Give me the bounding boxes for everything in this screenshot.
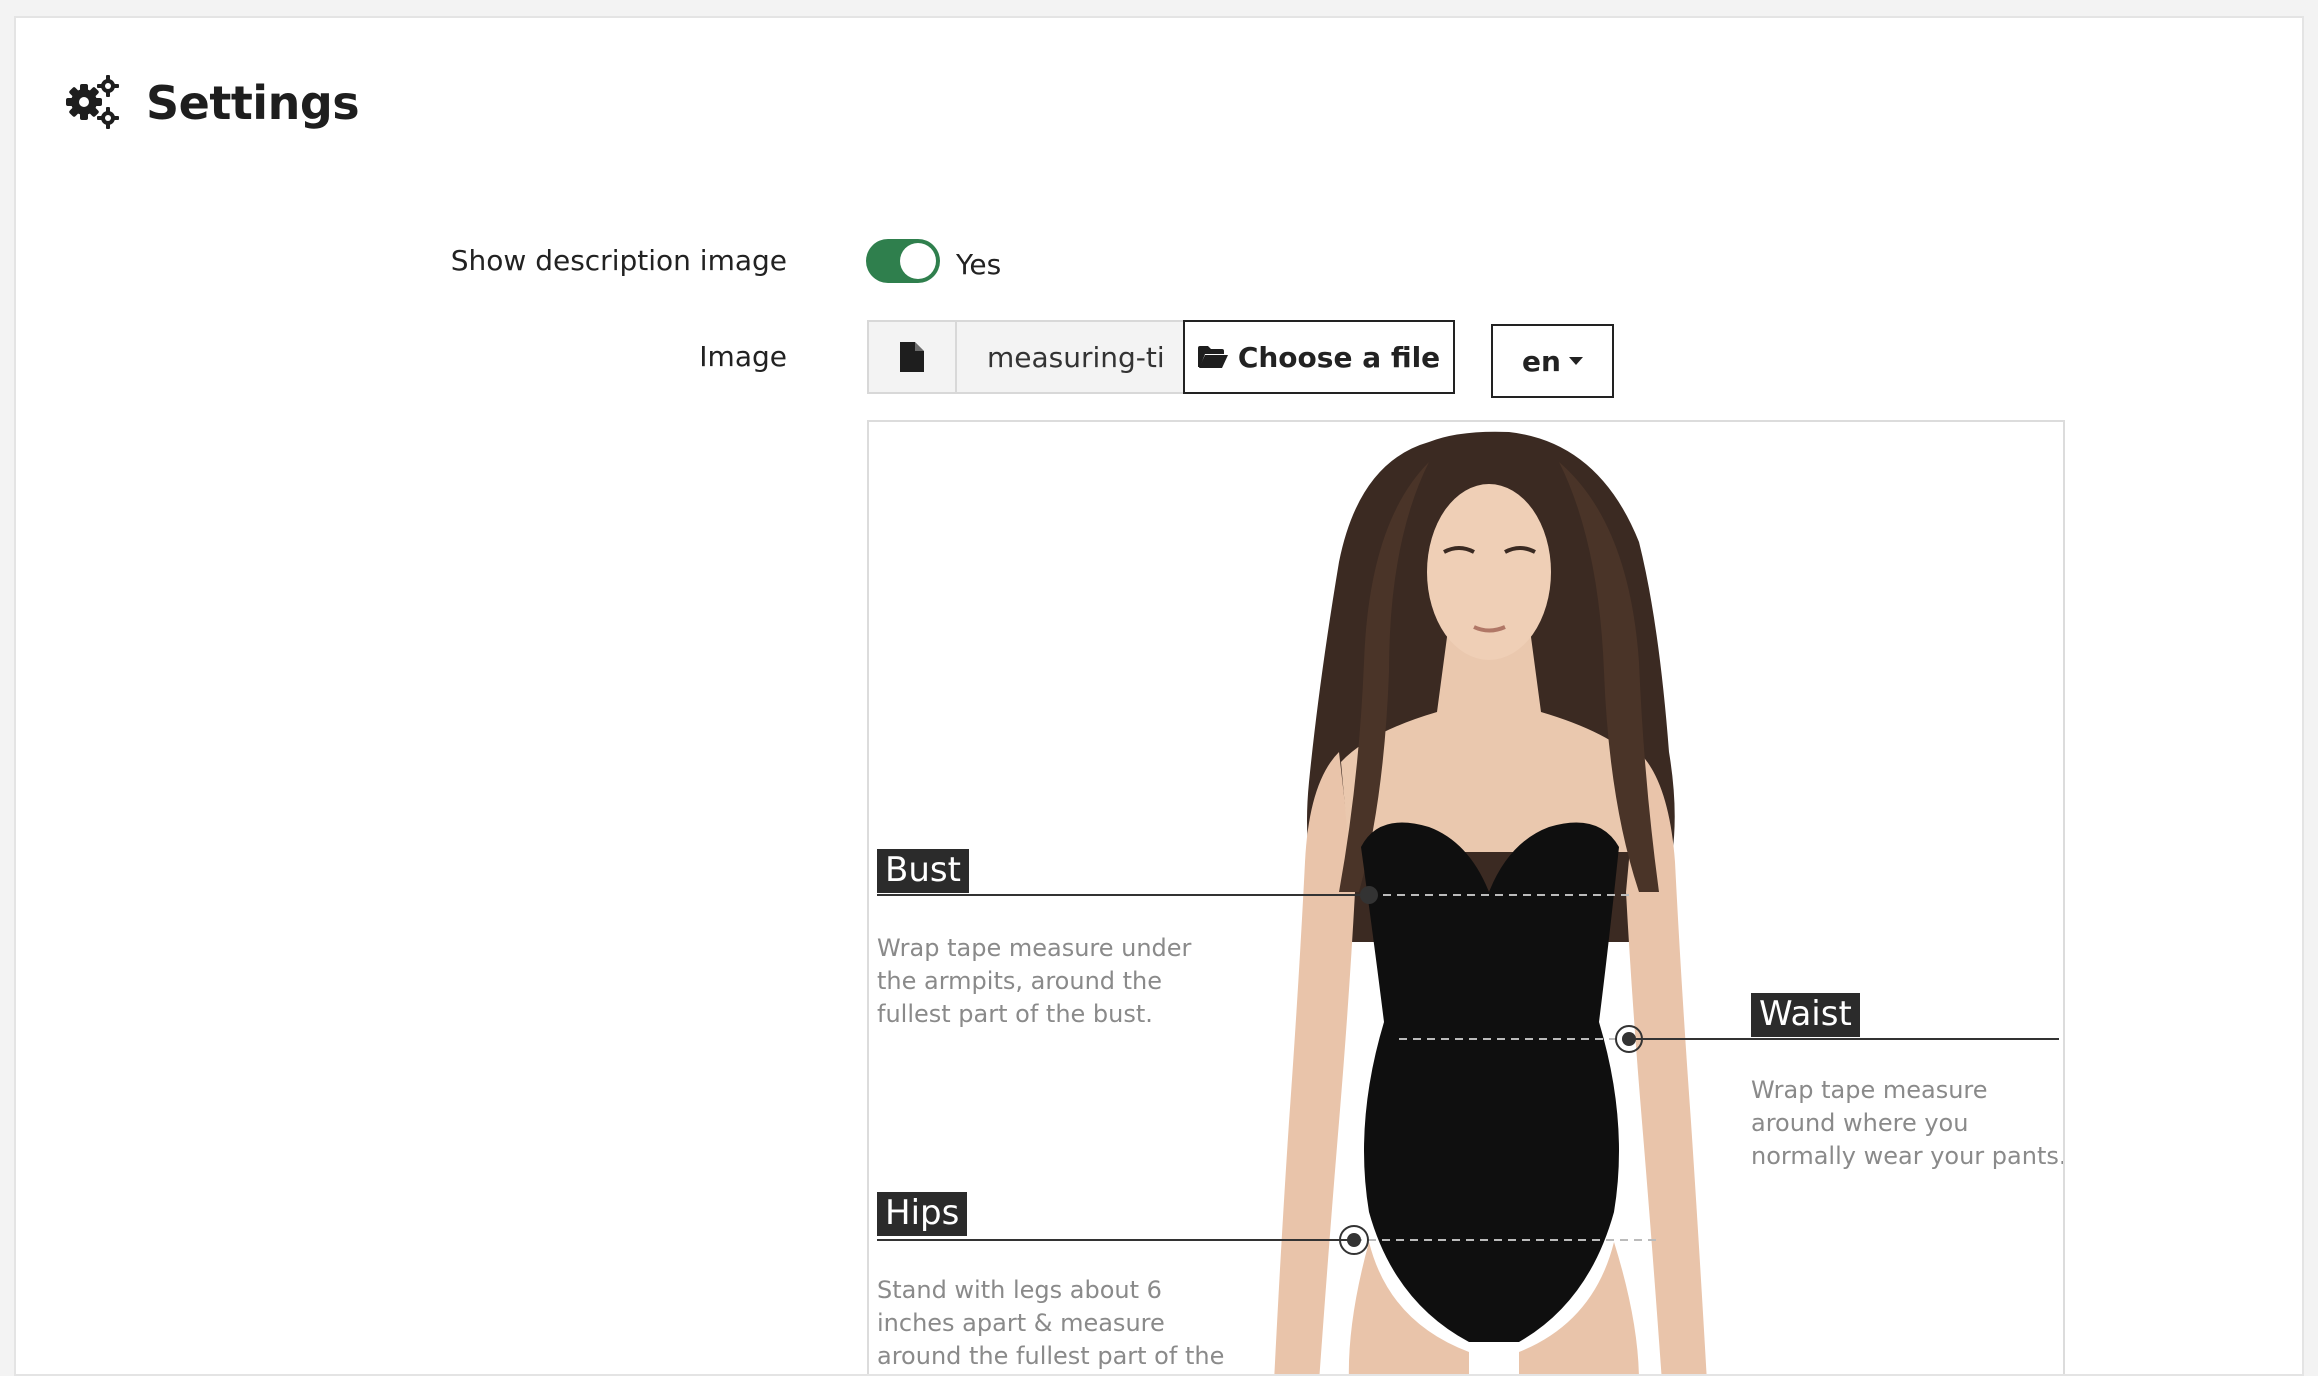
description-image-preview: Bust Wrap tape measure under the armpits… <box>867 420 2065 1374</box>
toggle-knob <box>900 243 936 279</box>
folder-open-icon <box>1197 346 1228 368</box>
caret-down-icon <box>1568 357 1583 365</box>
bust-description: Wrap tape measure under the armpits, aro… <box>877 934 1192 1028</box>
file-input-group: measuring-ti Choose a file <box>867 320 1455 394</box>
language-dropdown[interactable]: en <box>1491 324 1614 398</box>
waist-tag: Waist <box>1751 993 1860 1037</box>
choose-file-label: Choose a file <box>1237 340 1441 374</box>
waist-description: Wrap tape measure around where you norma… <box>1751 1076 2065 1170</box>
choose-file-button[interactable]: Choose a file <box>1183 320 1455 394</box>
show-description-image-label: Show description image <box>450 244 787 277</box>
language-value: en <box>1522 344 1561 378</box>
file-icon-box <box>867 320 957 394</box>
page-title: Settings <box>146 76 360 130</box>
hips-description: Stand with legs about 6 inches apart & m… <box>877 1276 1225 1370</box>
settings-card: Settings Show description image Yes Imag… <box>14 16 2304 1376</box>
image-label: Image <box>699 340 787 373</box>
model-figure-illustration <box>877 431 2059 1374</box>
bust-tag: Bust <box>877 849 969 893</box>
hips-tag: Hips <box>877 1192 968 1236</box>
toggle-state-label: Yes <box>956 248 1002 281</box>
file-name-field: measuring-ti <box>957 320 1183 394</box>
page-header: Settings <box>64 74 360 132</box>
show-description-image-toggle[interactable] <box>866 239 940 283</box>
file-icon <box>900 342 924 372</box>
gears-icon <box>66 75 119 129</box>
